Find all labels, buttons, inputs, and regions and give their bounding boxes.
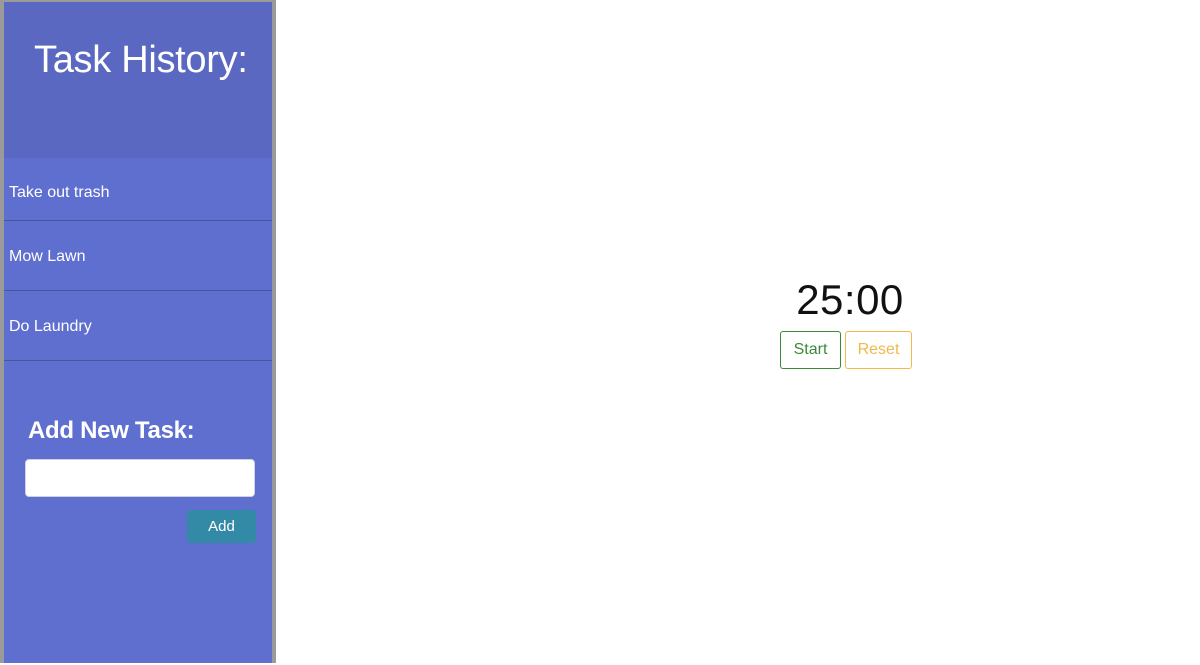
task-label: Mow Lawn [9,247,86,265]
add-button-row: Add [25,510,256,543]
task-sidebar: Task History: Take out trash Mow Lawn Do… [0,0,276,663]
task-label: Do Laundry [9,317,92,335]
timer-controls: Start Reset [780,331,912,369]
task-list: Take out trash Mow Lawn Do Laundry [4,158,272,361]
task-history-title: Task History: [34,39,248,81]
start-button[interactable]: Start [780,331,841,369]
task-item[interactable]: Mow Lawn [4,221,272,291]
add-task-title: Add New Task: [28,417,195,444]
app-window: Task History: Take out trash Mow Lawn Do… [0,0,1200,665]
timer-area: 25:00 Start Reset [276,0,1200,665]
task-item[interactable]: Do Laundry [4,291,272,361]
add-task-button[interactable]: Add [187,510,256,543]
add-task-section: Add New Task: Add [4,361,272,543]
task-label: Take out trash [9,184,110,201]
timer-display: 25:00 [796,276,904,323]
reset-button[interactable]: Reset [845,331,912,369]
sidebar-header: Task History: [4,2,272,158]
task-item[interactable]: Take out trash [4,158,272,221]
new-task-input[interactable] [25,459,255,497]
